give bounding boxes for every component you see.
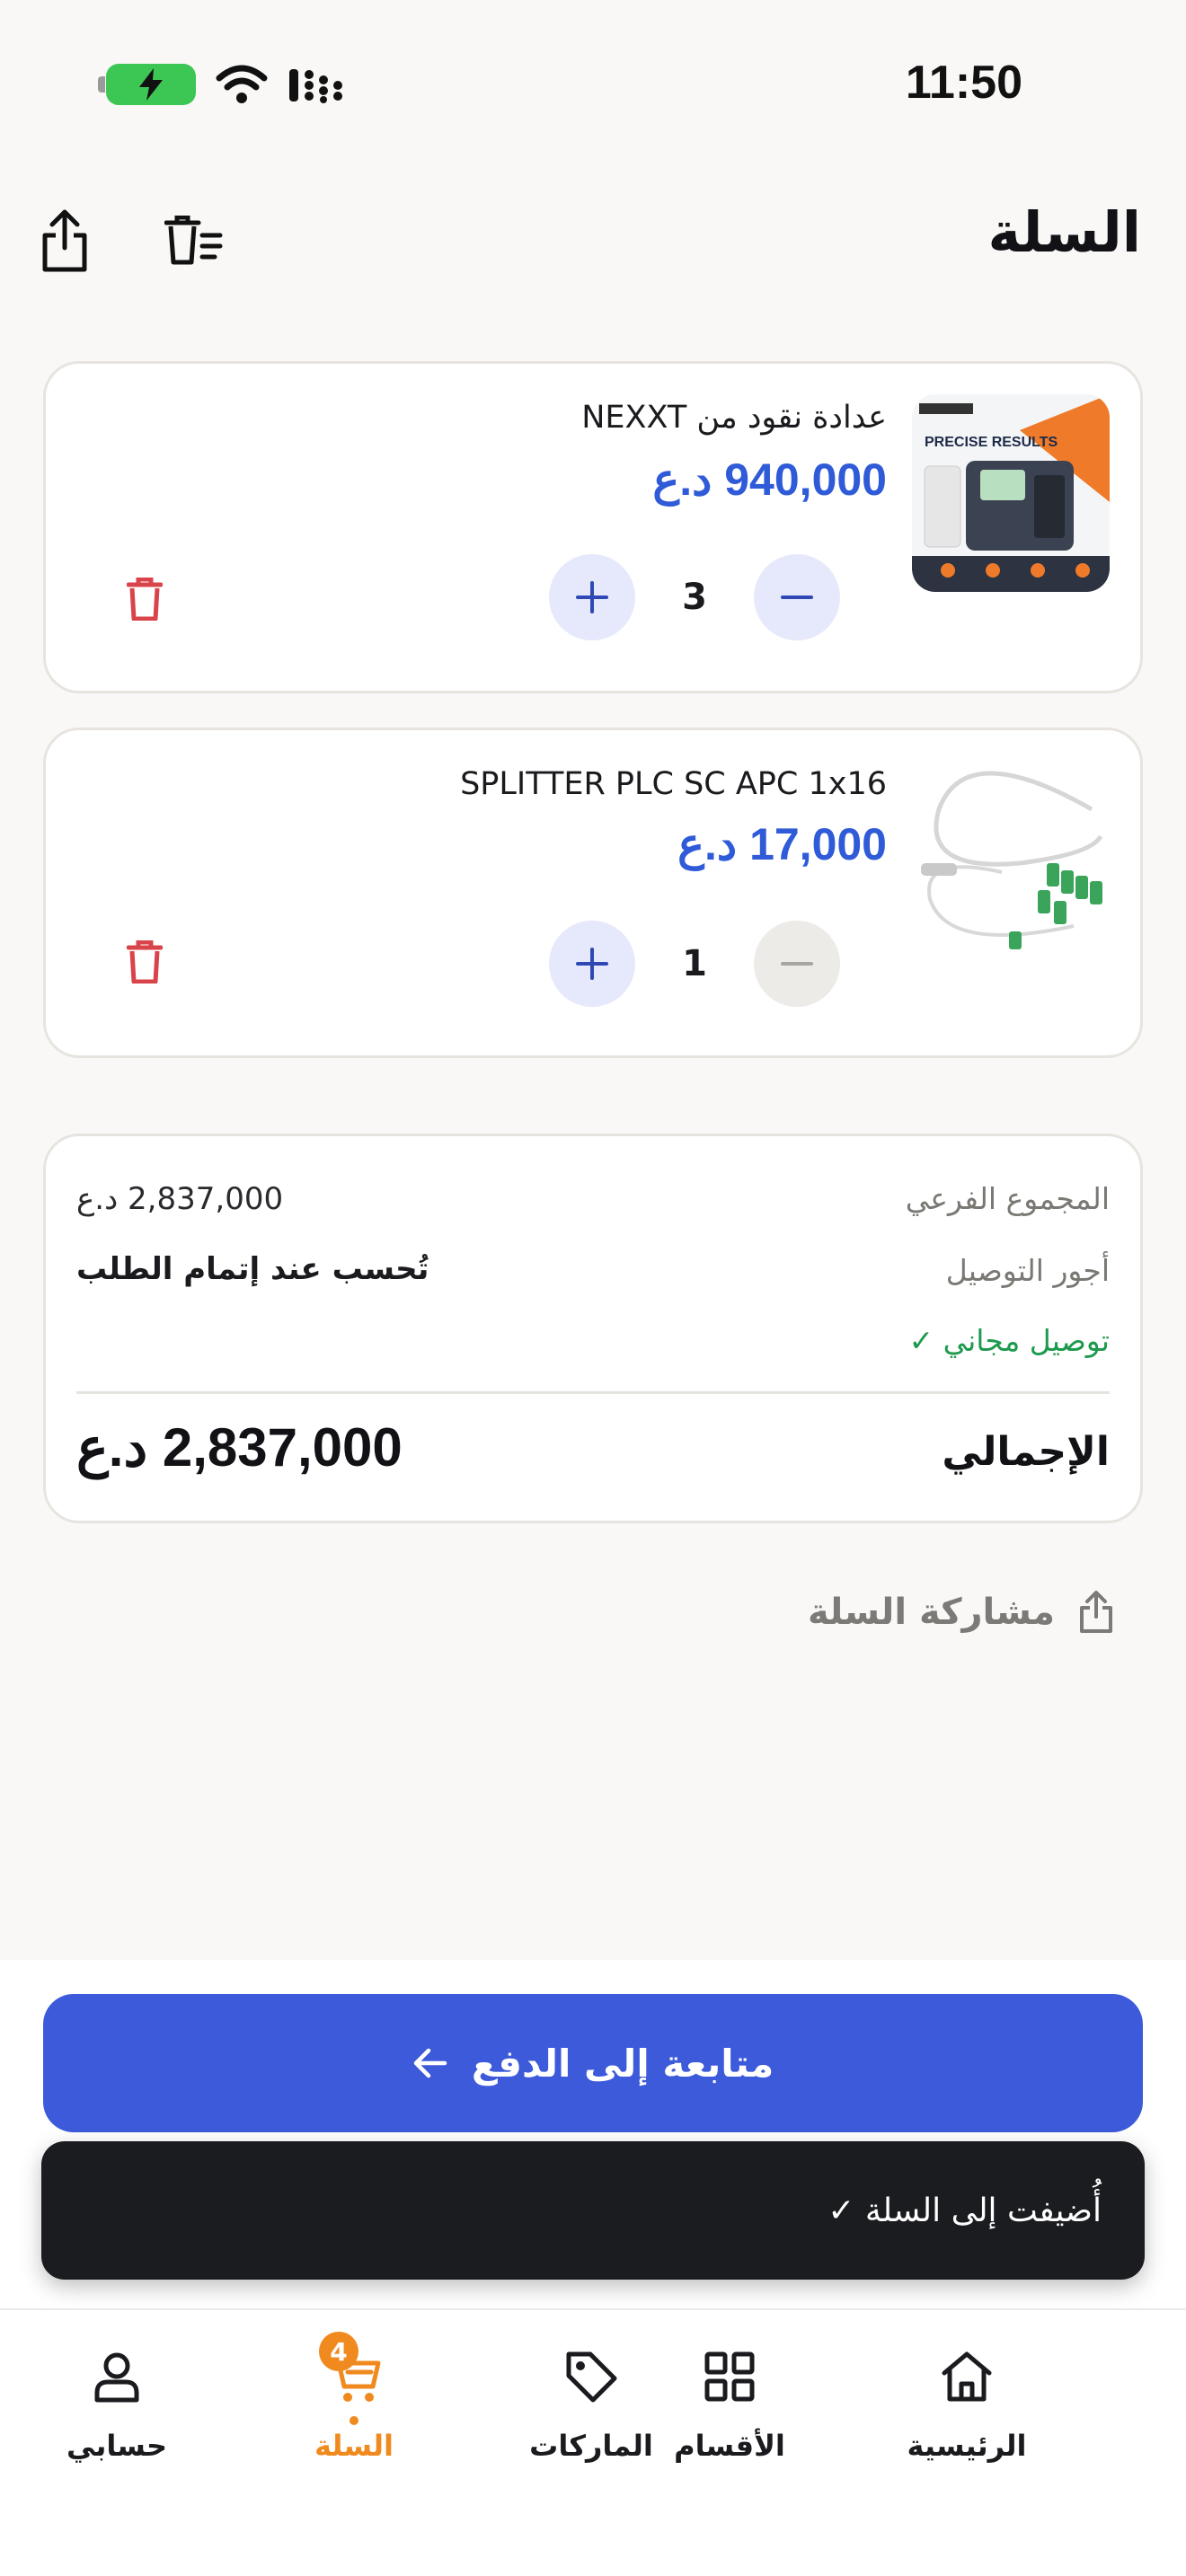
share-icon <box>1080 1591 1112 1633</box>
toast-notification: أُضيفت إلى السلة ✓ <box>41 2141 1145 2280</box>
decrease-button[interactable] <box>754 554 840 640</box>
subtotal-value: 2,837,000 د.ع <box>76 1181 284 1217</box>
cart-badge: 4 <box>319 2332 358 2371</box>
order-summary: المجموع الفرعي 2,837,000 د.ع أجور التوصي… <box>43 1134 1143 1523</box>
total-label: الإجمالي <box>942 1429 1110 1475</box>
product-image[interactable]: PRECISE RESULTS <box>912 394 1110 592</box>
subtotal-label: المجموع الفرعي <box>905 1181 1110 1216</box>
quantity-stepper: 3 <box>549 554 840 640</box>
tab-label: حسابي <box>66 2429 168 2463</box>
plus-icon <box>576 948 608 980</box>
tab-label: السلة <box>314 2429 394 2463</box>
delivery-label: أجور التوصيل <box>945 1253 1110 1288</box>
item-title[interactable]: SPLITTER PLC SC APC 1x16 <box>460 766 887 802</box>
tab-bar: الرئيسية الأقسام الماركات 4 السلة حسابي <box>0 2308 1186 2576</box>
share-icon <box>42 209 87 272</box>
grid-icon <box>704 2351 755 2402</box>
item-title[interactable]: عدادة نقود من NEXXT <box>581 400 887 436</box>
quantity-stepper: 1 <box>549 921 840 1007</box>
checkout-button[interactable]: متابعة إلى الدفع <box>43 1994 1143 2132</box>
item-price: 17,000 د.ع <box>677 819 887 869</box>
clear-cart-button[interactable] <box>162 212 226 269</box>
splitter-image <box>921 771 1103 949</box>
trash-list-icon <box>164 216 223 265</box>
delete-item-button[interactable] <box>118 572 172 626</box>
tab-account[interactable]: حسابي <box>18 2332 216 2463</box>
tag-icon <box>566 2351 617 2403</box>
total-value: 2,837,000 د.ع <box>76 1417 403 1478</box>
battery-icon <box>98 64 196 105</box>
free-delivery-note: توصيل مجاني ✓ <box>908 1323 1110 1358</box>
cart-item-card: PRECISE RESULTS عدادة نقود من NEXXT 940,… <box>43 361 1143 693</box>
quantity-value: 3 <box>682 577 707 618</box>
money-counter-image: PRECISE RESULTS <box>912 394 1110 592</box>
item-price: 940,000 د.ع <box>652 454 887 505</box>
share-button[interactable] <box>36 205 93 277</box>
tab-cart[interactable]: 4 السلة <box>255 2332 453 2463</box>
active-dot <box>350 2416 358 2425</box>
tab-label: الماركات <box>529 2429 653 2463</box>
toast-message: أُضيفت إلى السلة ✓ <box>828 2192 1102 2229</box>
checkout-label: متابعة إلى الدفع <box>471 2041 774 2086</box>
home-icon <box>942 2351 992 2402</box>
trash-icon <box>127 940 163 984</box>
arrow-left-icon <box>413 2048 447 2078</box>
decrease-button[interactable] <box>754 921 840 1007</box>
divider <box>76 1391 1110 1394</box>
minus-icon <box>781 595 813 599</box>
trash-icon <box>127 578 163 621</box>
cart-item-card: SPLITTER PLC SC APC 1x16 17,000 د.ع 1 <box>43 728 1143 1058</box>
minus-icon <box>781 962 813 966</box>
status-icons <box>98 59 350 110</box>
share-cart-label: مشاركة السلة <box>808 1592 1055 1633</box>
tab-label: الأقسام <box>674 2429 785 2463</box>
share-cart-button[interactable]: مشاركة السلة <box>808 1590 1114 1635</box>
status-time: 11:50 <box>905 57 1022 109</box>
increase-button[interactable] <box>549 554 635 640</box>
image-text: PRECISE RESULTS <box>925 435 1058 450</box>
delete-item-button[interactable] <box>118 935 172 989</box>
increase-button[interactable] <box>549 921 635 1007</box>
tab-label: الرئيسية <box>907 2429 1027 2463</box>
product-image[interactable] <box>912 755 1110 953</box>
delivery-value: تُحسب عند إتمام الطلب <box>76 1251 429 1287</box>
user-icon <box>94 2352 139 2403</box>
plus-icon <box>576 581 608 613</box>
signal-icon <box>289 69 342 103</box>
page-title: السلة <box>987 199 1141 265</box>
quantity-value: 1 <box>682 943 707 984</box>
tab-brands[interactable]: الماركات <box>492 2332 690 2463</box>
tab-home[interactable]: الرئيسية <box>868 2332 1066 2463</box>
wifi-icon <box>216 65 268 103</box>
